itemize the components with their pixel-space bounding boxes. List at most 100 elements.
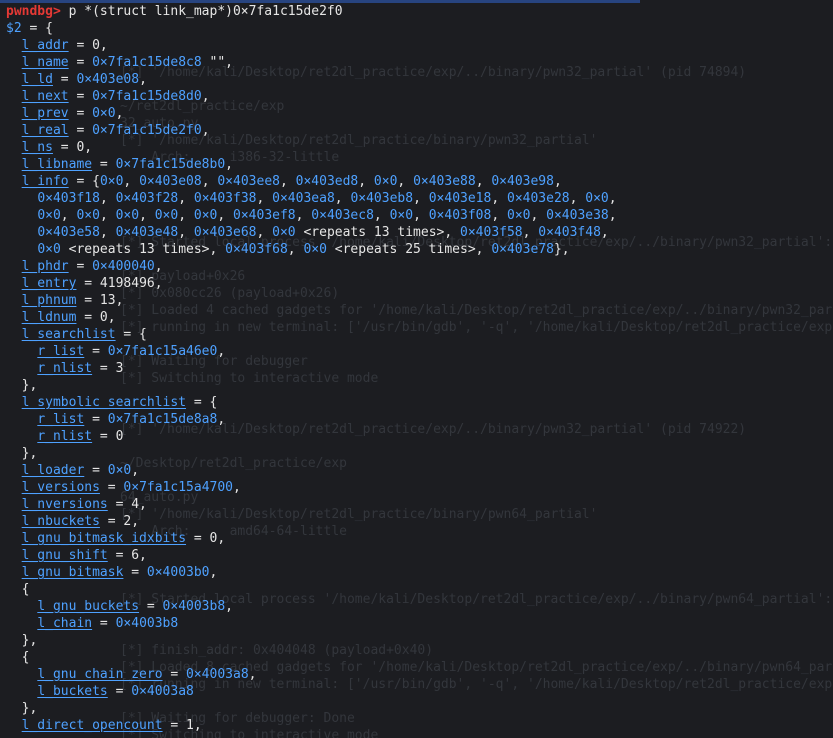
- output-text: =: [84, 412, 108, 427]
- output-line: {: [6, 649, 30, 666]
- output-text: ,: [178, 208, 194, 223]
- hex-value: 0×403e78: [491, 242, 554, 257]
- output-text: ,: [201, 123, 210, 138]
- background-line: [*] Loaded 4 cached gadgets for '/home/k…: [120, 303, 833, 318]
- output-text: = {: [68, 174, 100, 189]
- field-name: l_entry: [21, 276, 77, 291]
- field-name: l_searchlist: [21, 327, 116, 342]
- output-text: <repeats 25 times>,: [326, 242, 492, 257]
- output-text: = 0: [92, 429, 124, 444]
- output-line: l_buckets = 0×4003a8: [6, 683, 194, 700]
- output-line: l_nversions = 4,: [6, 496, 147, 513]
- hex-value: 0×403e18: [428, 191, 492, 206]
- output-text: "",: [201, 55, 234, 70]
- output-text: ,: [413, 191, 429, 206]
- terminal-window[interactable]: [*] '/home/kali/Desktop/ret2dl_practice/…: [0, 0, 833, 738]
- output-text: ,: [217, 412, 226, 427]
- hex-value: 0×400040: [92, 259, 155, 274]
- output-line: },: [6, 377, 38, 394]
- output-line: l_entry = 4198496,: [6, 275, 163, 292]
- hex-value: 0×0: [107, 463, 132, 478]
- hex-value: 0×0: [115, 208, 140, 223]
- hex-value: 0×0: [76, 208, 100, 223]
- output-text: ,: [608, 191, 617, 206]
- field-name: l_versions: [21, 480, 100, 495]
- hex-value: 0×403e38: [546, 208, 609, 223]
- output-line: l_direct_opencount = 1,: [6, 717, 202, 734]
- field-name: l_phnum: [21, 293, 77, 308]
- output-text: = 0,: [76, 310, 116, 325]
- output-text: ,: [209, 565, 218, 580]
- field-name: l_buckets: [37, 684, 108, 699]
- hex-value: 0×4003a8: [186, 667, 249, 682]
- output-line: l_name = 0×7fa1c15de8c8 "",: [6, 54, 233, 71]
- output-line: {: [6, 581, 30, 598]
- field-name: l_direct_opencount: [21, 718, 163, 733]
- output-text: ,: [217, 208, 234, 223]
- output-line: r_nlist = 3: [6, 360, 123, 377]
- output-text: ,: [279, 174, 296, 189]
- output-text: =: [139, 599, 163, 614]
- output-text: ,: [256, 191, 273, 206]
- output-text: <repeats 13 times>,: [60, 242, 226, 257]
- hex-value: 0×0: [373, 174, 398, 189]
- output-text: ,: [139, 72, 147, 87]
- output-text: = 3: [92, 361, 124, 376]
- output-line: l_gnu_buckets = 0×4003b8,: [6, 598, 233, 615]
- output-text: $2: [6, 21, 22, 36]
- output-text: =: [52, 72, 77, 87]
- output-text: = 6,: [107, 548, 147, 563]
- field-name: l_loader: [21, 463, 85, 478]
- output-line: l_info = {0×0, 0×403e08, 0×403ee8, 0×403…: [6, 173, 562, 190]
- output-line: r_list = 0×7fa1c15a46e0,: [6, 343, 225, 360]
- hex-value: 0×0: [92, 106, 116, 121]
- output-line: l_prev = 0×0,: [6, 105, 124, 122]
- output-text: <repeats 13 times>,: [295, 225, 461, 240]
- field-name: l_next: [21, 89, 69, 104]
- output-text: ,: [475, 174, 492, 189]
- output-text: ,: [334, 191, 351, 206]
- output-text: {: [6, 582, 30, 597]
- output-text: {: [6, 650, 30, 665]
- hex-value: 0×403ec8: [311, 208, 374, 223]
- output-text: = {: [115, 327, 147, 342]
- output-line: l_phnum = 13,: [6, 292, 124, 309]
- output-text: =: [107, 684, 132, 699]
- output-line: 0×403f18, 0×403f28, 0×403f38, 0×403ea8, …: [6, 190, 617, 207]
- output-text: = 2,: [99, 514, 140, 529]
- output-text: ,: [397, 174, 414, 189]
- hex-value: 0×403e98: [491, 174, 554, 189]
- hex-value: 0×403eb8: [350, 191, 414, 206]
- field-name: l_libname: [21, 157, 93, 172]
- output-text: ,: [115, 106, 124, 121]
- field-name: l_ldnum: [21, 310, 77, 325]
- output-line: l_next = 0×7fa1c15de8d0,: [6, 88, 210, 105]
- hex-value: 0×403e48: [115, 225, 179, 240]
- output-line: l_versions = 0×7fa1c15a4700,: [6, 479, 241, 496]
- output-text: = {: [21, 21, 53, 36]
- hex-value: 0×7fa1c15de8a8: [107, 412, 218, 427]
- output-line: r_nlist = 0: [6, 428, 123, 445]
- output-line: l_ld = 0×403e08,: [6, 71, 147, 88]
- hex-value: 0×4003b0: [146, 565, 210, 580]
- output-line: r_list = 0×7fa1c15de8a8,: [6, 411, 225, 428]
- output-text: ,: [553, 174, 562, 189]
- pwndbg-prompt: pwndbg>: [6, 4, 61, 19]
- output-text: =: [92, 157, 116, 172]
- field-name: l_ns: [21, 140, 53, 155]
- output-line: l_gnu_bitmask = 0×4003b0,: [6, 564, 218, 581]
- output-line: l_libname = 0×7fa1c15de8b0,: [6, 156, 233, 173]
- output-line: 0×403e58, 0×403e48, 0×403e68, 0×0 <repea…: [6, 224, 608, 241]
- field-name: r_nlist: [37, 361, 93, 376]
